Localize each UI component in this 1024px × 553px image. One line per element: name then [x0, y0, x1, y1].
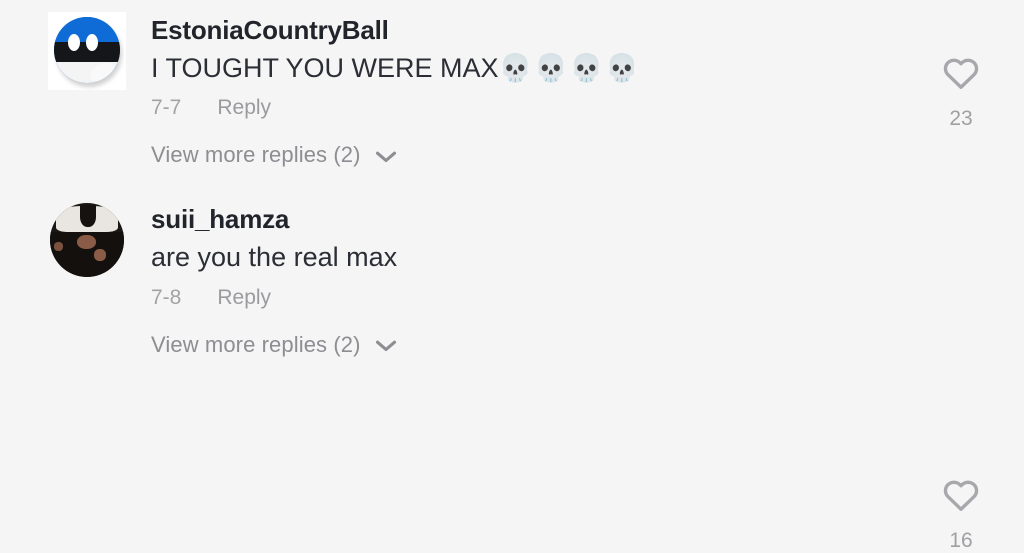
like-column: 16 — [932, 478, 990, 553]
countryball-shape — [54, 17, 120, 83]
avatar-photo-region-skin — [76, 234, 96, 250]
like-count: 23 — [949, 107, 973, 130]
view-more-replies-label: View more replies (2) — [151, 331, 361, 357]
avatar-photo-region-collar — [79, 204, 96, 228]
view-more-replies-label: View more replies (2) — [151, 142, 361, 168]
comment-text: are you the real max — [151, 242, 1004, 274]
reply-button[interactable]: Reply — [217, 286, 271, 310]
user-photo-avatar[interactable] — [50, 203, 124, 278]
comment-date: 7-8 — [151, 285, 182, 309]
view-more-replies-button[interactable]: View more replies (2) — [151, 142, 1024, 168]
heart-outline-icon[interactable] — [942, 478, 980, 517]
comment-item: EstoniaCountryBall I TOUGHT YOU WERE MAX… — [0, 0, 1024, 130]
comment-list: EstoniaCountryBall I TOUGHT YOU WERE MAX… — [0, 0, 1024, 552]
reply-button[interactable]: Reply — [217, 96, 271, 120]
comment-body: EstoniaCountryBall I TOUGHT YOU WERE MAX… — [151, 12, 1004, 120]
estonia-countryball-avatar[interactable] — [48, 12, 126, 90]
comment-text: I TOUGHT YOU WERE MAX💀💀💀💀 — [151, 53, 1004, 85]
avatar-photo-region-skin-2 — [94, 249, 107, 262]
comment-date: 7-7 — [151, 96, 182, 120]
skull-emoji-group: 💀💀💀💀 — [498, 52, 642, 84]
heart-outline-icon[interactable] — [942, 56, 980, 95]
comment-item: suii_hamza are you the real max 7-8 Repl… — [0, 168, 1024, 552]
comment-username[interactable]: suii_hamza — [151, 205, 1004, 234]
comment-text-body: I TOUGHT YOU WERE MAX — [151, 52, 499, 83]
comment-meta: 7-8 Reply — [151, 286, 1004, 310]
like-count: 16 — [949, 529, 973, 553]
avatar-photo-region-skin-3 — [54, 241, 64, 251]
view-more-replies-button[interactable]: View more replies (2) — [151, 332, 1024, 358]
comment-username[interactable]: EstoniaCountryBall — [151, 16, 1004, 45]
avatar[interactable] — [48, 12, 126, 90]
countryball-eye-left — [67, 33, 80, 51]
comment-text-body: are you the real max — [151, 242, 398, 273]
avatar[interactable] — [48, 201, 126, 279]
comment-body: suii_hamza are you the real max 7-8 Repl… — [151, 201, 1004, 309]
comment-meta: 7-7 Reply — [151, 96, 1004, 120]
like-column: 23 — [932, 56, 990, 131]
countryball-eye-right — [85, 33, 98, 51]
chevron-down-icon — [375, 339, 397, 353]
chevron-down-icon — [375, 150, 397, 164]
